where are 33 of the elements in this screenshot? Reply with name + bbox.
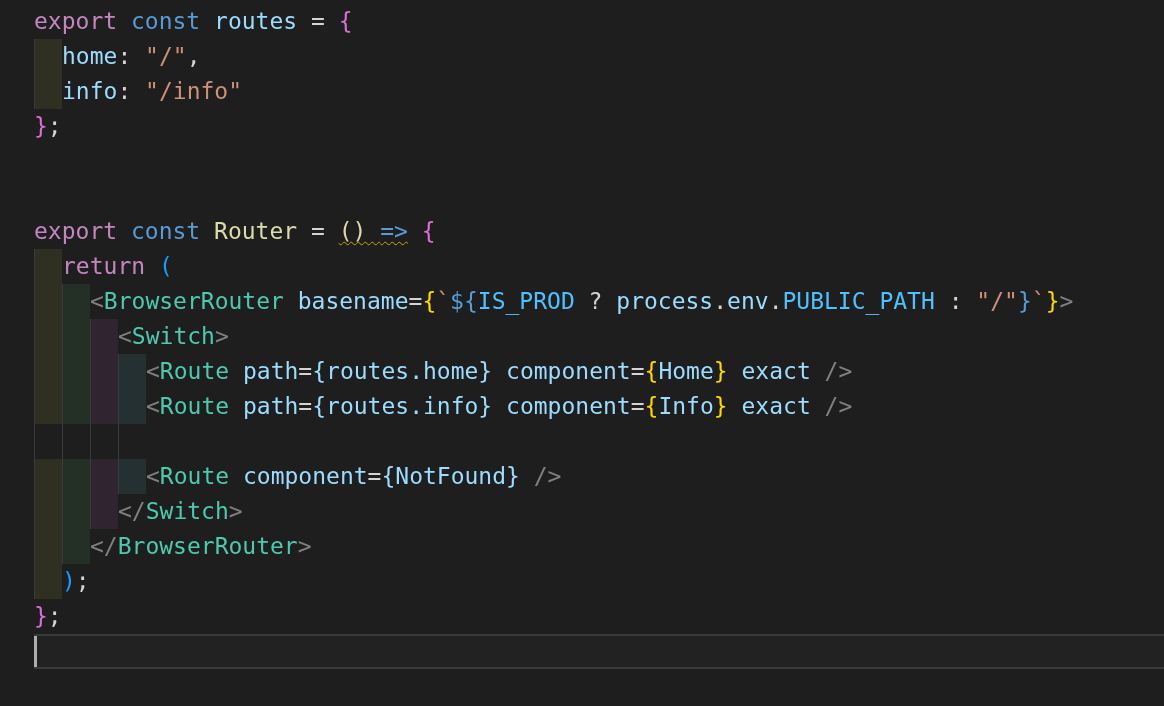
indent-guide [90,459,118,494]
code-line: <BrowserRouter basename={`${IS_PROD ? process.env.PUBLIC_PATH : "/"}`}> [90,287,1074,317]
code-line: <Route path={routes.info} component={Info} exact /> [146,392,853,421]
code-line: </BrowserRouter> [90,532,312,561]
code-line: </Switch> [118,497,243,526]
code-line: return ( [62,252,173,281]
indent-guide [118,389,146,424]
code-line: <Route path={routes.home} component={Home} exact /> [146,357,853,386]
code-line: export const Router = () => { [34,217,436,246]
indent-guide [62,459,90,494]
indent-guide [118,354,146,389]
indent-guide [62,284,90,319]
indent-guide [34,564,62,599]
indent-guide [34,249,62,284]
indent-guide [34,39,62,74]
indent-guide [62,389,90,424]
text-cursor [34,636,37,667]
indent-guide [90,319,118,354]
code-line: home: "/", [62,42,201,71]
indent-guide [34,389,62,424]
indent-guide [90,389,118,424]
indent-guide [34,74,62,109]
code-line: info: "/info" [62,77,243,106]
code-line: <Switch> [118,322,229,351]
indent-guide [90,494,118,529]
indent-guide [118,459,146,494]
indent-guide [62,529,90,564]
code-line: export const routes = { [34,7,353,36]
code-line: <Route component={NotFound} /> [146,462,562,491]
code-line: }; [34,602,62,631]
code-line: }; [34,112,62,141]
indent-guide [34,459,62,494]
code-line: ); [62,567,90,596]
